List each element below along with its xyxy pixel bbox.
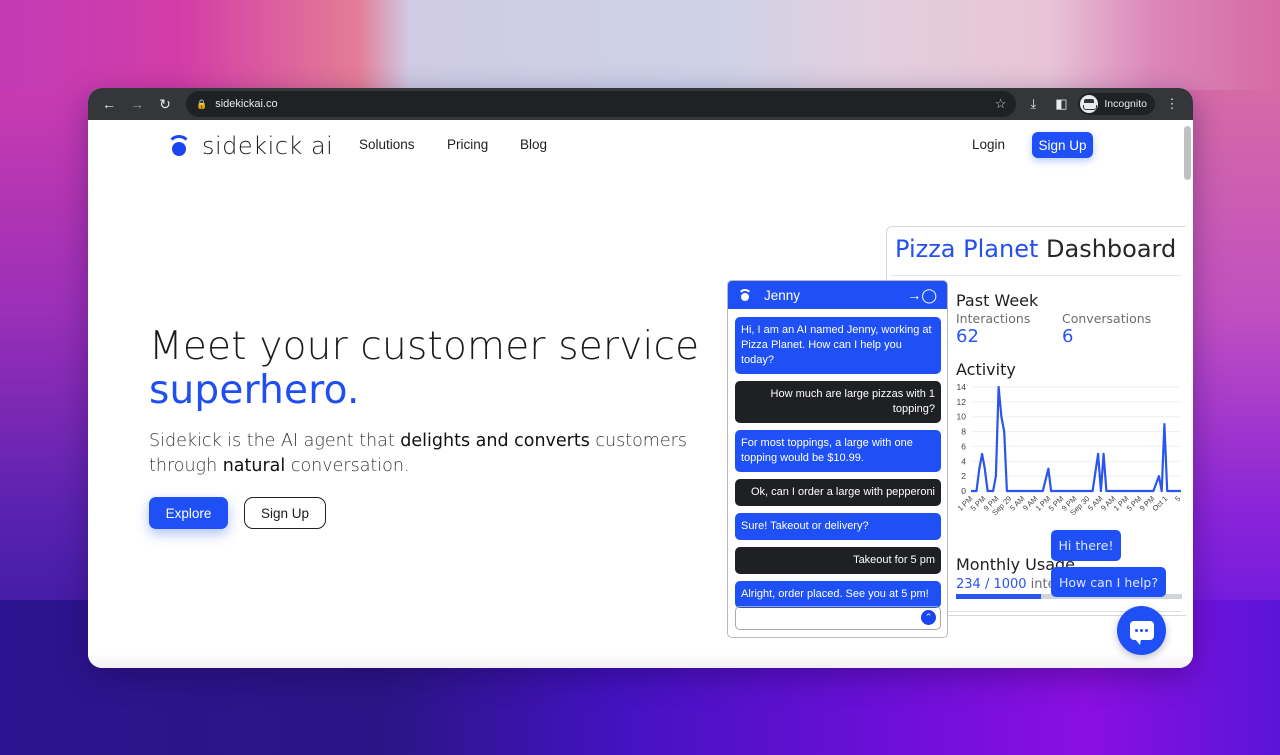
arrow-left-icon[interactable]: ← [98, 93, 120, 115]
reload-icon[interactable]: ↻ [154, 93, 176, 115]
data-point [1097, 453, 1099, 455]
handoff-to-human-icon[interactable]: →◯ [907, 287, 937, 304]
hero-sub-bold: natural [222, 456, 286, 476]
chat-agent-name: Jenny [764, 287, 801, 303]
lock-icon: 🔒 [196, 98, 208, 109]
chat-launcher-button[interactable] [1117, 606, 1166, 655]
chat-input[interactable]: ⌃ [735, 606, 941, 630]
data-point [984, 467, 986, 470]
activity-title: Activity [956, 360, 1016, 379]
incognito-icon [1080, 95, 1099, 113]
hero-subtitle: Sidekick is the AI agent that delights a… [149, 429, 739, 479]
user-message: How much are large pizzas with 1 topping… [735, 381, 941, 423]
x-tick-label: 5 [1173, 494, 1182, 503]
side-panel-icon[interactable]: ◧ [1050, 93, 1072, 115]
download-icon[interactable]: ⤓ [1022, 93, 1044, 115]
hero-sub-bold: delights and converts [400, 431, 590, 451]
desktop-wallpaper-left [0, 90, 100, 650]
hero-sub-text: Sidekick is the AI agent that [149, 431, 401, 451]
monthly-usage-progress-fill [956, 594, 1041, 599]
y-tick-label: 12 [957, 397, 967, 407]
monthly-usage-count: 234 / 1000 [956, 577, 1027, 592]
data-point [1000, 415, 1003, 418]
bot-message: Hi, I am an AI named Jenny, working at P… [735, 317, 941, 374]
stat-label-conversations: Conversations [1062, 311, 1152, 326]
incognito-label: Incognito [1104, 98, 1147, 110]
y-tick-label: 8 [961, 427, 966, 437]
bot-message: For most toppings, a large with one topp… [735, 430, 941, 472]
activity-series-line [971, 385, 1181, 493]
data-point [1047, 467, 1050, 470]
hero-headline-accent: superhero. [149, 368, 360, 413]
chat-messages: Hi, I am an AI named Jenny, working at P… [728, 309, 947, 608]
data-point [1158, 475, 1160, 477]
site-header: sidekick ai Solutions Pricing Blog Login… [88, 120, 1193, 170]
nav-link-pricing[interactable]: Pricing [447, 137, 488, 152]
hero-section: Meet your customer service superhero. Si… [149, 325, 739, 529]
nav-link-blog[interactable]: Blog [520, 137, 547, 152]
chat-header: Jenny →◯ [728, 281, 947, 309]
data-point [1163, 423, 1166, 425]
send-icon[interactable]: ⌃ [921, 610, 936, 625]
data-point [1102, 453, 1105, 455]
past-week-title: Past Week [956, 291, 1039, 310]
page-viewport: sidekick ai Solutions Pricing Blog Login… [88, 120, 1193, 668]
data-point [997, 386, 1000, 388]
chat-bubble-icon [1129, 621, 1154, 645]
x-tick-label: Oct 1 [1150, 494, 1169, 513]
desktop-wallpaper-right [1180, 90, 1280, 650]
hero-buttons: Explore Sign Up [149, 497, 739, 529]
logo-text: sidekick ai [202, 132, 334, 160]
address-bar[interactable]: 🔒 sidekickai.co ☆ [186, 91, 1017, 117]
hero-headline: Meet your customer service superhero. [149, 325, 739, 413]
y-tick-label: 2 [961, 471, 966, 481]
y-tick-label: 0 [961, 486, 966, 496]
stat-value-interactions: 62 [956, 326, 979, 347]
login-link[interactable]: Login [972, 137, 1005, 152]
greeting-bubble[interactable]: Hi there! [1051, 530, 1121, 561]
incognito-profile-button[interactable]: Incognito [1078, 93, 1155, 115]
hero-signup-button[interactable]: Sign Up [244, 497, 326, 529]
y-tick-label: 4 [961, 456, 966, 466]
sidekick-logo-icon [738, 288, 752, 302]
help-bubble[interactable]: How can I help? [1051, 567, 1166, 597]
bot-message: Alright, order placed. See you at 5 pm! [735, 581, 941, 608]
activity-chart: 024681012141 PM5 PM9 PMSep 295 AM9 AM1 P… [956, 382, 1183, 517]
data-point [981, 453, 983, 455]
header-signup-button[interactable]: Sign Up [1032, 132, 1093, 158]
url-text[interactable]: sidekickai.co [215, 98, 987, 110]
hero-sub-text: conversation. [285, 456, 410, 476]
browser-window: ← → ↻ 🔒 sidekickai.co ☆ ⤓ ◧ Incognito ⋮ … [88, 88, 1193, 668]
dashboard-title-rest: Dashboard [1038, 235, 1177, 263]
desktop-wallpaper-top [0, 0, 1280, 100]
stat-value-conversations: 6 [1062, 326, 1074, 347]
data-point [978, 467, 981, 470]
kebab-menu-icon[interactable]: ⋮ [1161, 93, 1183, 115]
data-point [1003, 430, 1005, 433]
sidekick-logo-icon [166, 133, 192, 159]
bot-message: Sure! Takeout or delivery? [735, 513, 941, 540]
y-tick-label: 10 [957, 412, 967, 422]
arrow-right-icon[interactable]: → [126, 93, 148, 115]
page-fade [88, 654, 1193, 668]
hero-headline-main: Meet your customer service [149, 324, 700, 369]
user-message: Takeout for 5 pm [735, 547, 941, 574]
y-tick-label: 6 [961, 441, 966, 451]
star-icon[interactable]: ☆ [995, 96, 1007, 112]
user-message: Ok, can I order a large with pepperoni [735, 479, 941, 506]
dashboard-title-brand: Pizza Planet [895, 235, 1039, 263]
dashboard-title: Pizza Planet Dashboard [895, 235, 1176, 263]
site-logo[interactable]: sidekick ai [166, 132, 333, 160]
stat-label-interactions: Interactions [956, 311, 1031, 326]
y-tick-label: 14 [957, 382, 967, 392]
data-point [995, 475, 997, 477]
nav-link-solutions[interactable]: Solutions [359, 137, 415, 152]
explore-button[interactable]: Explore [149, 497, 228, 529]
browser-toolbar: ← → ↻ 🔒 sidekickai.co ☆ ⤓ ◧ Incognito ⋮ [88, 88, 1193, 120]
divider [891, 275, 1181, 276]
chat-widget: Jenny →◯ Hi, I am an AI named Jenny, wor… [727, 280, 948, 638]
